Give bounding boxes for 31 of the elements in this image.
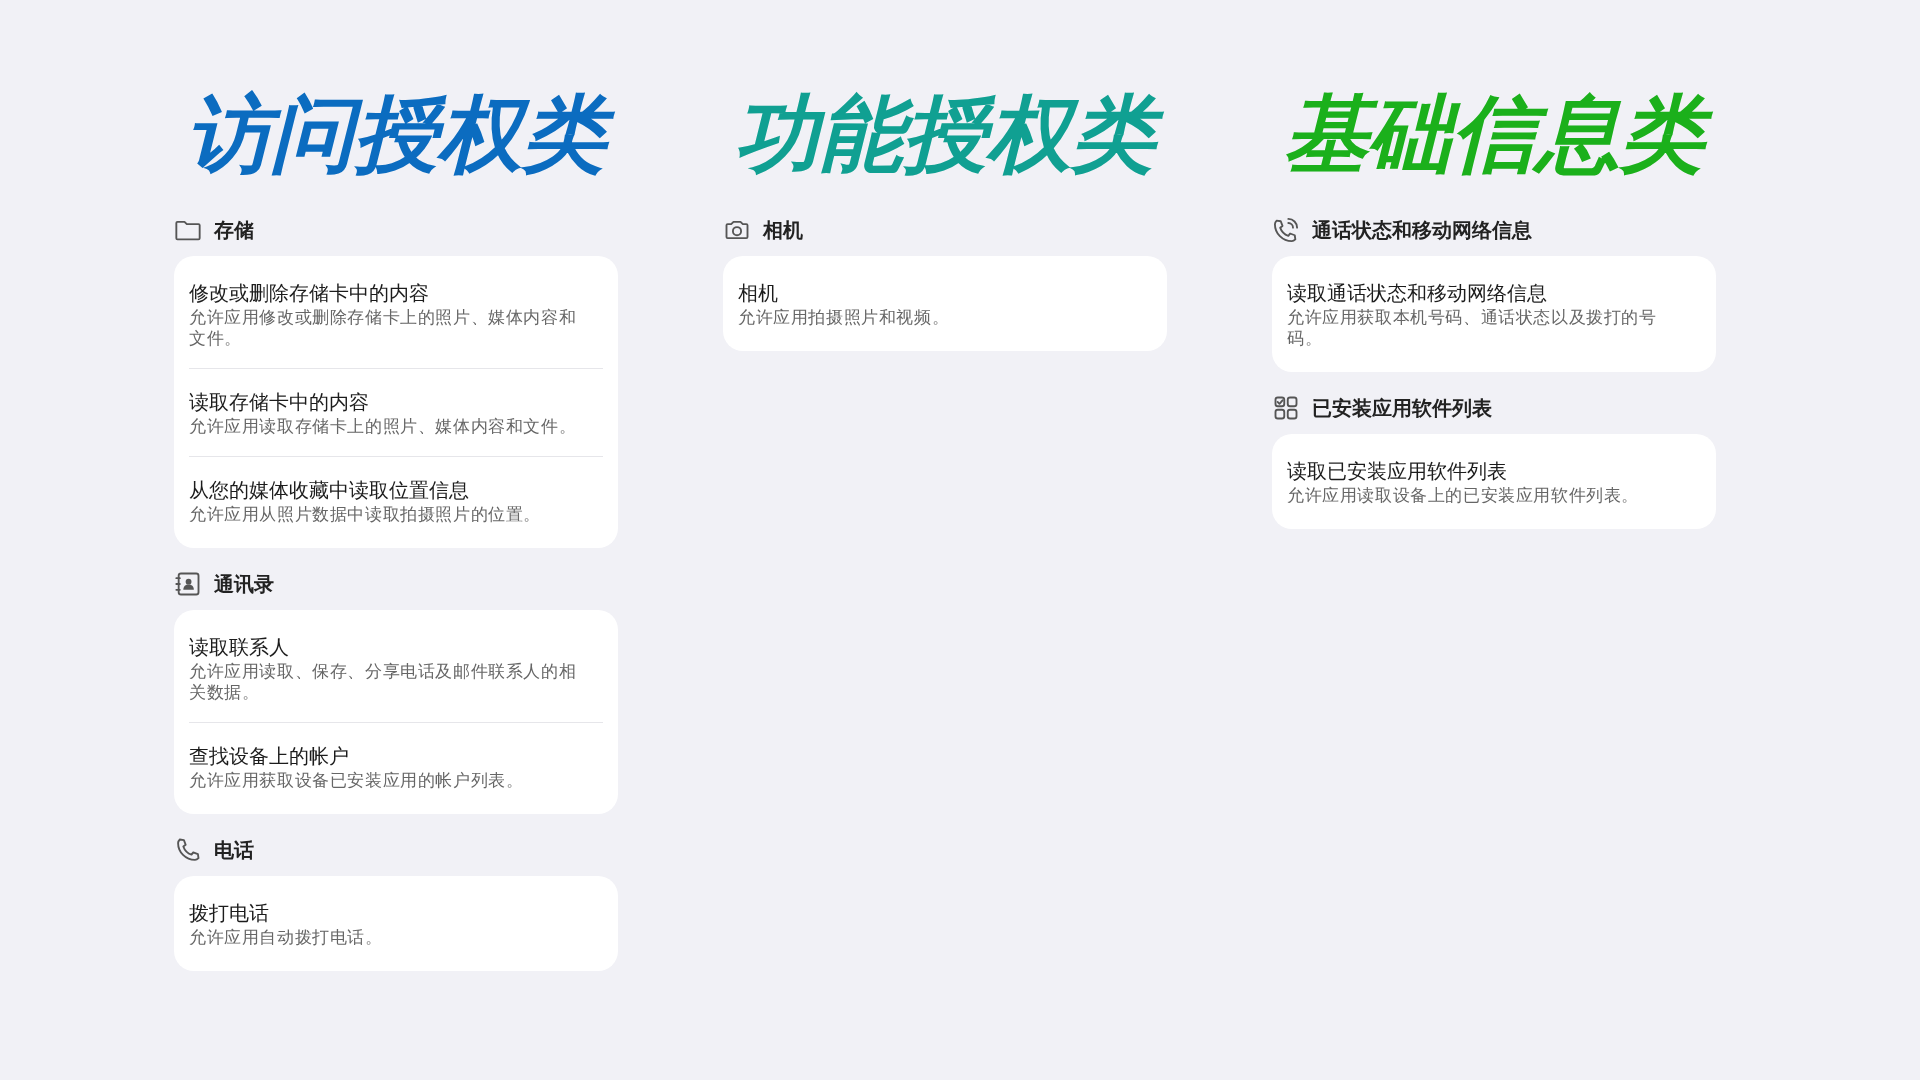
section-label: 存储 <box>214 216 254 244</box>
permission-title: 读取通话状态和移动网络信息 <box>1287 280 1548 307</box>
contacts-icon <box>174 570 202 598</box>
section-label: 相机 <box>763 216 803 244</box>
permission-description: 允许应用自动拨打电话。 <box>189 927 384 948</box>
category-heading: 基础信息类 <box>1266 79 1722 189</box>
permission-description: 允许应用读取设备上的已安装应用软件列表。 <box>1287 485 1640 506</box>
permission-description: 允许应用获取本机号码、通话状态以及拨打的号码。 <box>1287 307 1658 349</box>
apps-icon <box>1272 394 1300 422</box>
section-label: 已安装应用软件列表 <box>1312 394 1492 422</box>
permission-title: 修改或删除存储卡中的内容 <box>189 280 430 307</box>
section-label: 通话状态和移动网络信息 <box>1312 216 1532 244</box>
permission-title: 读取已安装应用软件列表 <box>1287 458 1508 485</box>
permission-description: 允许应用修改或删除存储卡上的照片、媒体内容和文件。 <box>189 307 578 349</box>
permission-description: 允许应用读取存储卡上的照片、媒体内容和文件。 <box>189 416 578 437</box>
permission-title: 读取存储卡中的内容 <box>189 389 370 416</box>
category-heading: 访问授权类 <box>168 79 624 189</box>
permission-description: 允许应用从照片数据中读取拍摄照片的位置。 <box>189 504 542 525</box>
permission-description: 允许应用读取、保存、分享电话及邮件联系人的相关数据。 <box>189 661 578 703</box>
permission-title: 读取联系人 <box>189 634 290 661</box>
permission-description: 允许应用拍摄照片和视频。 <box>738 307 951 328</box>
phone-icon <box>174 836 202 864</box>
section-label: 通讯录 <box>214 570 274 598</box>
section-label: 电话 <box>214 836 254 864</box>
permission-title: 相机 <box>738 280 779 307</box>
permission-title: 从您的媒体收藏中读取位置信息 <box>189 477 470 504</box>
phone-signal-icon <box>1272 216 1300 244</box>
permission-title: 拨打电话 <box>189 900 270 927</box>
permission-description: 允许应用获取设备已安装应用的帐户列表。 <box>189 770 525 791</box>
permission-title: 查找设备上的帐户 <box>189 743 350 770</box>
category-heading: 功能授权类 <box>717 79 1173 189</box>
